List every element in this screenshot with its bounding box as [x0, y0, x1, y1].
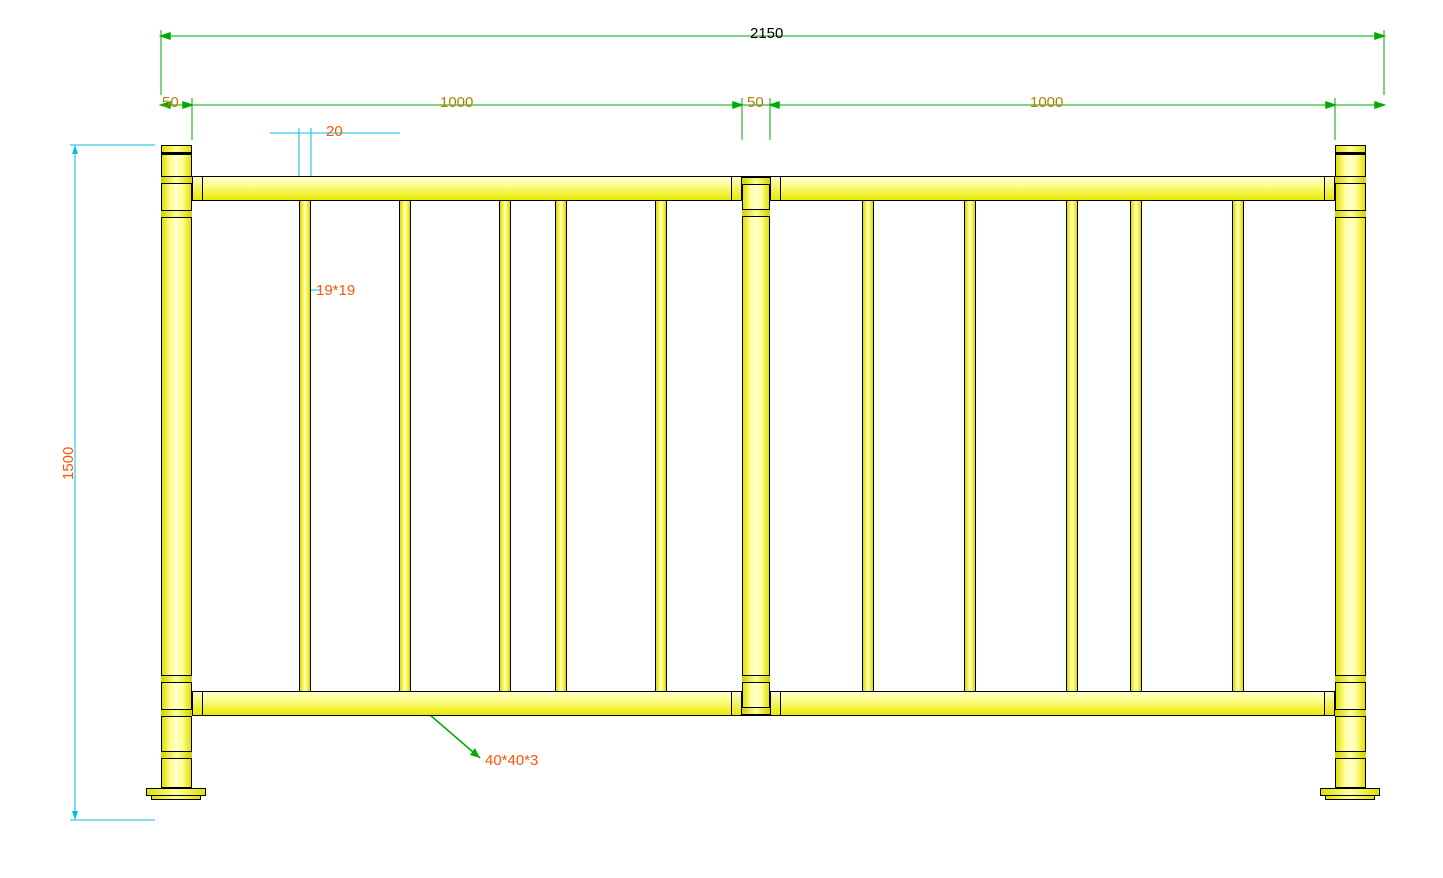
- post-foot-right: [1325, 796, 1375, 800]
- arrow-icon: [1326, 102, 1335, 108]
- picket: [399, 201, 411, 691]
- post-cap-right: [1335, 145, 1366, 153]
- dim-value-picket-detail: 19*19: [316, 282, 355, 299]
- post-band: [161, 210, 192, 218]
- rail-top-left: [192, 176, 742, 201]
- post-band: [1335, 210, 1366, 218]
- dim-value-rail-size: 40*40*3: [485, 752, 538, 769]
- dim-value-mid-post: 50: [747, 94, 764, 111]
- drawing-canvas: 2150 50 1000 50 1000 20 19*19 1500 40*40…: [0, 0, 1443, 878]
- post-band: [742, 707, 770, 715]
- picket: [862, 201, 874, 691]
- post-left: [161, 153, 192, 788]
- bracket: [192, 176, 203, 201]
- picket: [555, 201, 567, 691]
- post-band: [1335, 709, 1366, 717]
- dimension-overlay: [0, 0, 1443, 878]
- post-band: [1335, 176, 1366, 184]
- picket: [1066, 201, 1078, 691]
- bracket: [770, 691, 781, 716]
- post-band: [742, 675, 770, 683]
- picket: [655, 201, 667, 691]
- arrow-icon: [470, 748, 480, 758]
- post-band: [1335, 751, 1366, 759]
- dim-value-picket-20: 20: [326, 123, 343, 140]
- post-band: [161, 176, 192, 184]
- bracket: [1324, 691, 1335, 716]
- bracket: [731, 176, 742, 201]
- arrow-icon: [72, 145, 78, 154]
- dim-value-overall-width: 2150: [750, 25, 783, 42]
- picket: [1232, 201, 1244, 691]
- picket: [299, 201, 311, 691]
- arrow-icon: [1375, 102, 1384, 108]
- post-foot-left: [151, 796, 201, 800]
- picket: [499, 201, 511, 691]
- post-band: [161, 709, 192, 717]
- post-band: [742, 177, 770, 185]
- bracket: [770, 176, 781, 201]
- bracket: [192, 691, 203, 716]
- dim-value-height: 1500: [60, 447, 77, 480]
- post-base-right: [1320, 788, 1380, 796]
- post-cap-left: [161, 145, 192, 153]
- rail-bottom-right: [770, 691, 1335, 716]
- arrow-icon: [72, 811, 78, 820]
- post-right: [1335, 153, 1366, 788]
- arrow-icon: [733, 102, 742, 108]
- arrow-icon: [161, 33, 170, 39]
- rail-top-right: [770, 176, 1335, 201]
- dim-value-span-2: 1000: [1030, 94, 1063, 111]
- rail-bottom-left: [192, 691, 742, 716]
- dim-value-post-left: 50: [162, 94, 179, 111]
- arrow-icon: [1375, 33, 1384, 39]
- post-base-left: [146, 788, 206, 796]
- picket: [1130, 201, 1142, 691]
- bracket: [731, 691, 742, 716]
- post-band: [742, 209, 770, 217]
- dim-value-span-1: 1000: [440, 94, 473, 111]
- arrow-icon: [183, 102, 192, 108]
- post-band: [161, 675, 192, 683]
- post-band: [161, 751, 192, 759]
- picket: [964, 201, 976, 691]
- arrow-icon: [770, 102, 779, 108]
- post-middle: [742, 176, 770, 716]
- bracket: [1324, 176, 1335, 201]
- post-band: [1335, 675, 1366, 683]
